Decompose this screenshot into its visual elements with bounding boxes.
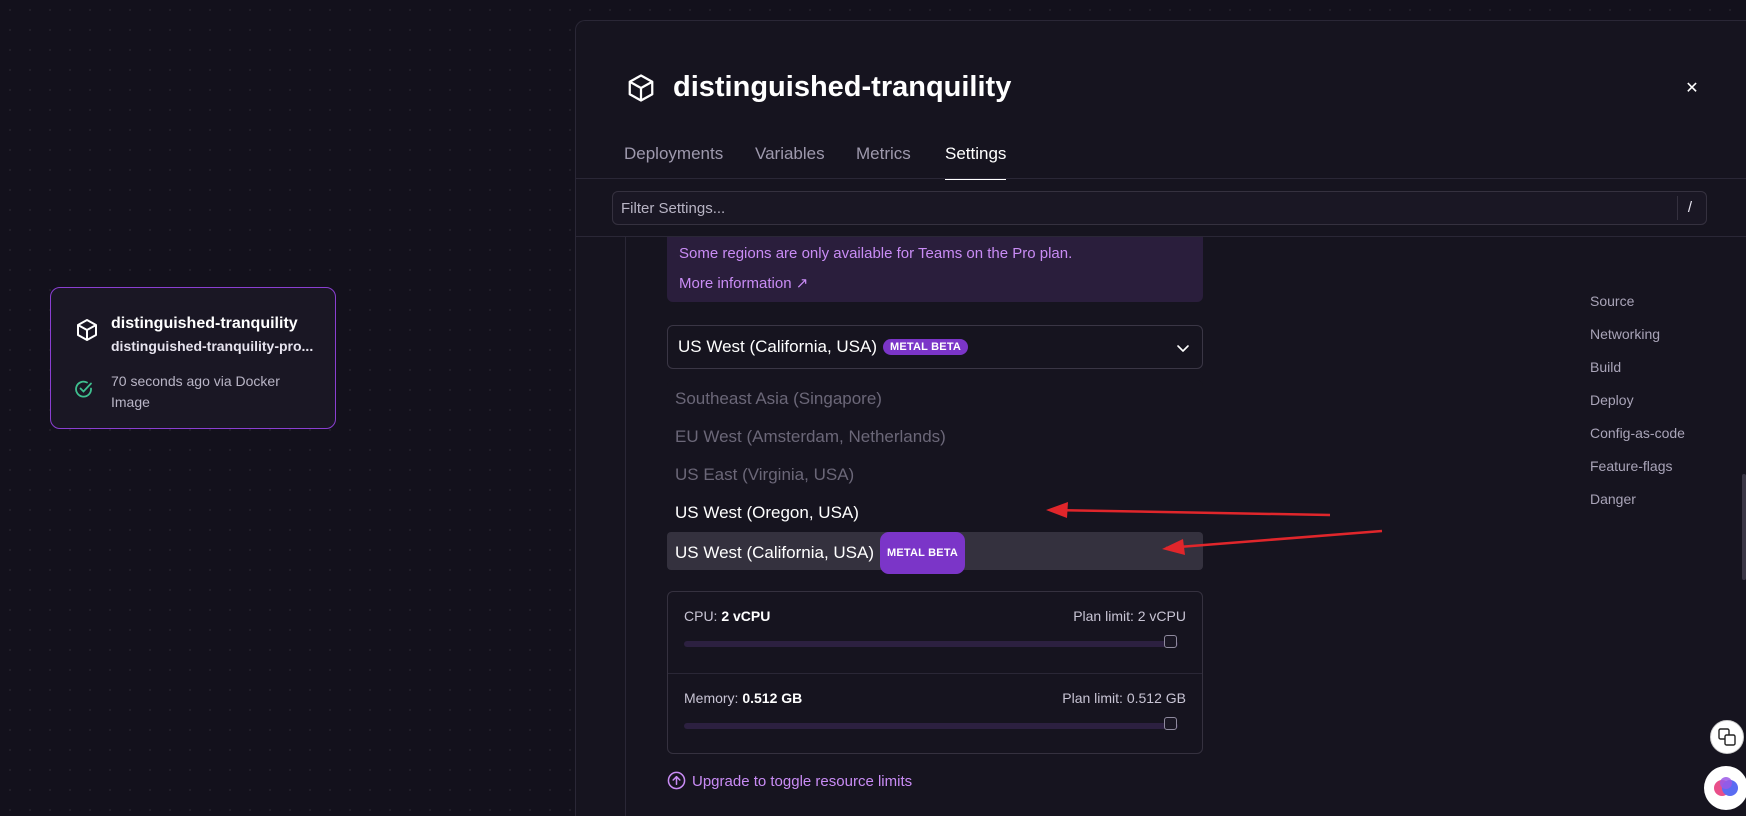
scrollbar[interactable] (1742, 474, 1746, 580)
nav-item-config-as-code[interactable]: Config-as-code (1590, 425, 1685, 441)
cpu-row: CPU: 2 vCPU Plan limit: 2 vCPU (668, 592, 1202, 673)
chevron-down-icon (1177, 345, 1189, 352)
cpu-label-text: CPU: (684, 608, 718, 624)
brain-icon (1714, 777, 1738, 796)
region-option-selected[interactable]: US West (California, USA) METAL BETA (667, 532, 1203, 574)
memory-value: 0.512 GB (742, 690, 803, 706)
memory-label-text: Memory: (684, 690, 739, 706)
metal-beta-badge: METAL BETA (883, 339, 969, 355)
nav-item-networking[interactable]: Networking (1590, 326, 1660, 342)
metal-beta-badge: METAL BETA (880, 532, 966, 574)
close-icon[interactable]: ✕ (1680, 77, 1704, 101)
cube-icon (628, 74, 654, 102)
service-card[interactable]: distinguished-tranquility distinguished-… (50, 287, 336, 429)
tab-variables[interactable]: Variables (755, 144, 825, 179)
divider (625, 237, 626, 816)
nav-item-deploy[interactable]: Deploy (1590, 392, 1634, 408)
service-panel: distinguished-tranquility ✕ Deployments … (575, 20, 1746, 816)
region-option-label: US West (California, USA) (675, 543, 875, 562)
divider (576, 178, 1746, 179)
cube-icon (77, 319, 97, 341)
tab-settings[interactable]: Settings (945, 144, 1007, 180)
arrow-up-circle-icon (667, 771, 686, 790)
memory-slider-handle[interactable] (1164, 717, 1177, 730)
cpu-plan-limit: Plan limit: 2 vCPU (1073, 608, 1186, 624)
deployment-status: 70 seconds ago via Docker Image (111, 373, 280, 410)
panel-title: distinguished-tranquility (673, 71, 1012, 103)
upgrade-link[interactable]: Upgrade to toggle resource limits (667, 771, 912, 790)
memory-slider-track (684, 723, 1178, 729)
shortcut-key: / (1677, 196, 1702, 220)
tab-deployments[interactable]: Deployments (624, 144, 723, 179)
region-select[interactable]: US West (California, USA) METAL BETA (667, 325, 1203, 369)
nav-item-build[interactable]: Build (1590, 359, 1621, 375)
cpu-slider-track (684, 641, 1178, 647)
nav-item-feature-flags[interactable]: Feature-flags (1590, 458, 1672, 474)
service-card-domain: distinguished-tranquility-pro... (111, 338, 314, 354)
region-option: US East (Virginia, USA) (675, 465, 855, 484)
memory-plan-limit: Plan limit: 0.512 GB (1062, 690, 1186, 706)
region-select-value: US West (California, USA) METAL BETA (678, 337, 969, 357)
cpu-value: 2 vCPU (721, 608, 771, 624)
cpu-slider-handle[interactable] (1164, 635, 1177, 648)
resource-limits: CPU: 2 vCPU Plan limit: 2 vCPU Memory: 0… (667, 591, 1203, 754)
nav-item-source[interactable]: Source (1590, 293, 1634, 309)
upgrade-link-label: Upgrade to toggle resource limits (692, 773, 913, 790)
nav-item-danger[interactable]: Danger (1590, 491, 1636, 507)
success-check-icon (75, 380, 92, 398)
region-dropdown: Southeast Asia (Singapore) EU West (Amst… (667, 380, 1203, 574)
region-select-label: US West (California, USA) (678, 337, 878, 356)
more-information-link[interactable]: More information ↗ (679, 274, 808, 292)
region-option: EU West (Amsterdam, Netherlands) (675, 427, 946, 446)
notice-text: Some regions are only available for Team… (679, 245, 1073, 262)
service-card-title: distinguished-tranquility (111, 315, 298, 332)
region-notice: Some regions are only available for Team… (667, 237, 1203, 302)
translate-button[interactable] (1710, 720, 1744, 754)
ai-assistant-button[interactable] (1704, 766, 1746, 810)
tab-metrics[interactable]: Metrics (856, 144, 911, 179)
translate-icon (1718, 728, 1736, 746)
cpu-label: CPU: 2 vCPU (684, 608, 770, 624)
memory-row: Memory: 0.512 GB Plan limit: 0.512 GB (668, 673, 1202, 755)
region-option[interactable]: US West (Oregon, USA) (667, 494, 1203, 532)
region-option: Southeast Asia (Singapore) (675, 389, 882, 408)
memory-label: Memory: 0.512 GB (684, 690, 802, 706)
filter-settings: / (612, 191, 1707, 225)
filter-settings-input[interactable] (613, 192, 1653, 224)
